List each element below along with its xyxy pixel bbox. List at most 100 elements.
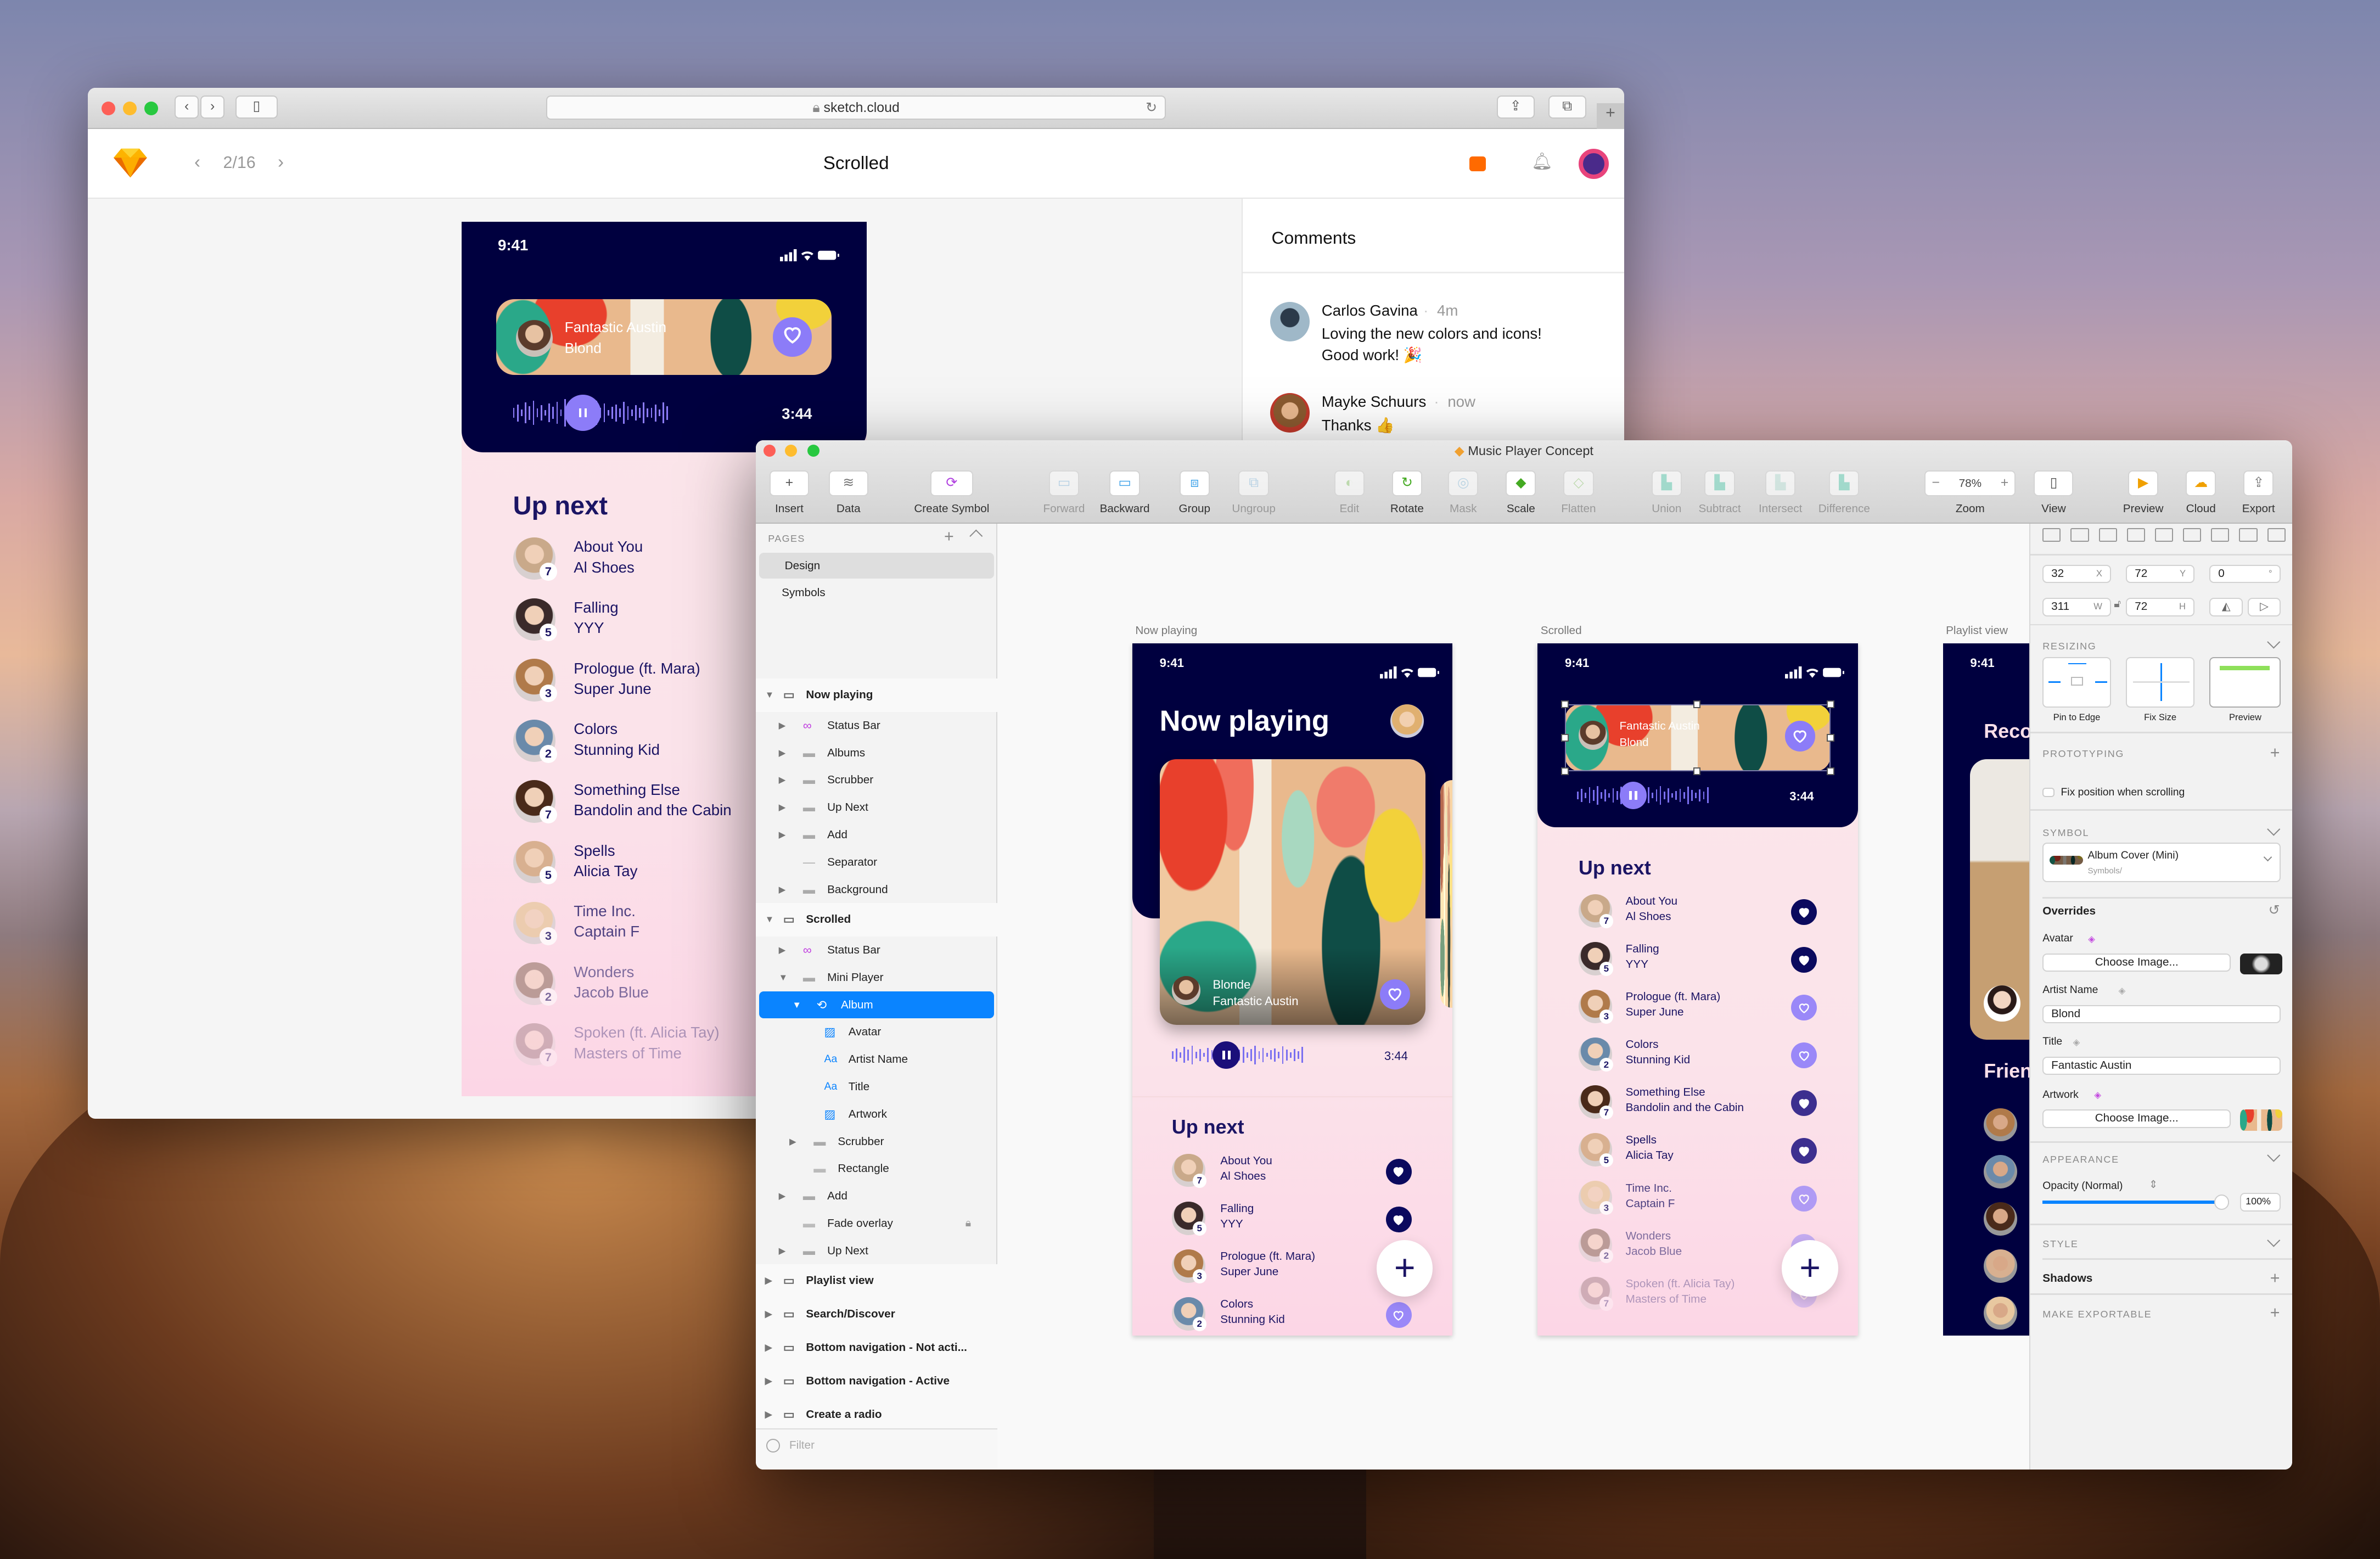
- height-field[interactable]: 72 H: [2126, 598, 2194, 616]
- like-button[interactable]: [772, 317, 812, 357]
- blend-mode-selector[interactable]: Opacity (Normal): [2042, 1180, 2123, 1192]
- reload-icon[interactable]: ↻: [1146, 97, 1157, 119]
- maximize-button[interactable]: [144, 102, 158, 116]
- pin-to-edge-control[interactable]: [2042, 657, 2111, 708]
- toolbar-union-button[interactable]: ▙: [1651, 470, 1682, 497]
- layer-avatar[interactable]: ▨ Avatar: [756, 1018, 997, 1046]
- pause-button[interactable]: [564, 394, 602, 431]
- layer-fade-overlay[interactable]: ▬ Fade overlay 🔒︎: [756, 1210, 997, 1237]
- toolbar-insert-button[interactable]: +: [769, 470, 809, 497]
- track-row[interactable]: 7 About You Al Shoes: [1132, 1153, 1452, 1202]
- track-row[interactable]: 7 About You Al Shoes: [1537, 894, 1857, 942]
- layer-add[interactable]: ▶ ▬ Add: [756, 1182, 997, 1210]
- align-top-icon[interactable]: [2211, 528, 2230, 542]
- align-center-icon[interactable]: [2154, 528, 2174, 542]
- track-row[interactable]: 3 Prologue (ft. Mara) Super June: [1537, 989, 1857, 1038]
- chevron-down-icon[interactable]: [2267, 635, 2281, 649]
- like-button[interactable]: [1791, 1090, 1817, 1117]
- disclosure-closed-icon[interactable]: ▶: [779, 712, 786, 739]
- symbol-selector[interactable]: Album Cover (Mini) Symbols/: [2042, 842, 2281, 882]
- add-export-button[interactable]: +: [2270, 1304, 2280, 1321]
- like-button[interactable]: [1791, 1042, 1817, 1069]
- more-icon[interactable]: [2098, 528, 2117, 542]
- like-button[interactable]: [1791, 1186, 1817, 1212]
- selection-handle[interactable]: [1827, 700, 1834, 708]
- layer-rectangle[interactable]: ▬ Rectangle: [756, 1155, 997, 1182]
- like-button[interactable]: [1385, 1206, 1412, 1232]
- distribute-horizontal-icon[interactable]: [2042, 528, 2061, 542]
- next-album-artwork[interactable]: [1440, 780, 1453, 1008]
- flip-horizontal-button[interactable]: ◭: [2209, 598, 2243, 616]
- artboard-label-playlist-view[interactable]: Playlist view: [1946, 624, 2008, 637]
- layer-playlist-view[interactable]: ▶ ▭ Playlist view: [756, 1264, 997, 1298]
- friend-avatar[interactable]: [1984, 1155, 2018, 1189]
- artist-name-input[interactable]: Blond: [2042, 1005, 2281, 1023]
- layer-create-a-radio[interactable]: ▶ ▭ Create a radio: [756, 1398, 997, 1432]
- toolbar-backward-button[interactable]: ▭: [1109, 470, 1140, 497]
- width-field[interactable]: 311 W: [2042, 598, 2111, 616]
- layer-status-bar[interactable]: ▶ ∞ Status Bar: [756, 712, 997, 739]
- toolbar-intersect-button[interactable]: ▙: [1765, 470, 1796, 497]
- toolbar-flatten-button[interactable]: ◇: [1563, 470, 1594, 497]
- opacity-slider[interactable]: [2042, 1195, 2230, 1210]
- disclosure-closed-icon[interactable]: ▶: [789, 1128, 796, 1156]
- selection-handle[interactable]: [1693, 767, 1701, 775]
- artboard-playlist-view[interactable]: 9:41 Reco Frien: [1943, 643, 2030, 1336]
- page-item-symbols[interactable]: Symbols: [756, 580, 997, 605]
- back-button[interactable]: ‹: [174, 96, 199, 119]
- artboard-label-now-playing[interactable]: Now playing: [1135, 624, 1197, 637]
- disclosure-open-icon[interactable]: ▼: [779, 964, 788, 991]
- layer-add[interactable]: ▶ ▬ Add: [756, 821, 997, 849]
- toolbar-subtract-button[interactable]: ▙: [1704, 470, 1735, 497]
- address-bar[interactable]: 🔒︎ sketch.cloud ↻: [546, 96, 1166, 120]
- layer-up-next[interactable]: ▶ ▬ Up Next: [756, 794, 997, 821]
- layer-scrubber[interactable]: ▶ ▬ Scrubber: [756, 1128, 997, 1156]
- toolbar-preview-button[interactable]: ▶: [2128, 470, 2159, 497]
- add-prototyping-button[interactable]: +: [2270, 744, 2280, 761]
- notifications-bell-icon[interactable]: 🔔︎: [1531, 152, 1553, 171]
- choose-artwork-image-button[interactable]: Choose Image...: [2042, 1109, 2231, 1128]
- toolbar-edit-button[interactable]: ◐: [1334, 470, 1365, 497]
- toolbar-scale-button[interactable]: ◆: [1506, 470, 1536, 497]
- toolbar-view-button[interactable]: ▯: [2034, 470, 2074, 497]
- toolbar-difference-button[interactable]: ▙: [1829, 470, 1860, 497]
- layer-album[interactable]: ▼ ⟲ Album: [759, 991, 995, 1019]
- layer-albums[interactable]: ▶ ▬ Albums: [756, 739, 997, 767]
- toolbar-create-symbol-button[interactable]: ⟳: [930, 470, 973, 497]
- zoom-in-icon[interactable]: +: [2001, 472, 2009, 494]
- opacity-slider-knob[interactable]: [2214, 1195, 2230, 1210]
- disclosure-closed-icon[interactable]: ▶: [779, 739, 786, 767]
- add-page-button[interactable]: +: [944, 527, 954, 546]
- sidebar-toggle-button[interactable]: ▯: [235, 96, 278, 119]
- comment-author[interactable]: Carlos Gavina: [1322, 302, 1418, 319]
- user-avatar[interactable]: [1578, 148, 1609, 180]
- track-row[interactable]: 5 Spells Alicia Tay: [1537, 1133, 1857, 1181]
- zoom-out-icon[interactable]: −: [1932, 472, 1940, 494]
- disclosure-closed-icon[interactable]: ▶: [765, 1298, 772, 1331]
- layer-separator[interactable]: — Separator: [756, 849, 997, 876]
- add-shadow-button[interactable]: +: [2270, 1269, 2280, 1286]
- disclosure-closed-icon[interactable]: ▶: [779, 766, 786, 794]
- share-button[interactable]: ⇪: [1496, 96, 1535, 119]
- tabs-button[interactable]: ⧉: [1548, 96, 1586, 119]
- layer-title[interactable]: Aa Title: [756, 1073, 997, 1101]
- track-row[interactable]: 3 Time Inc. Captain F: [1537, 1181, 1857, 1229]
- align-right-icon[interactable]: [2183, 528, 2202, 542]
- artboard-scrolled[interactable]: 9:41 Fantastic Austin Blond 3:44 Up next…: [1537, 643, 1858, 1336]
- lock-proportions-icon[interactable]: 🔓︎: [2114, 598, 2121, 610]
- selection-handle[interactable]: [1827, 733, 1834, 742]
- like-button[interactable]: [1791, 995, 1817, 1021]
- artboard-now-playing[interactable]: 9:41 Now playing Blonde Fantastic Austin…: [1132, 643, 1453, 1336]
- layer-background[interactable]: ▶ ▬ Background: [756, 876, 997, 904]
- layer-artwork[interactable]: ▨ Artwork: [756, 1101, 997, 1128]
- disclosure-closed-icon[interactable]: ▶: [779, 876, 786, 904]
- toolbar-forward-button[interactable]: ▭: [1048, 470, 1080, 497]
- like-button[interactable]: [1791, 1138, 1817, 1164]
- toolbar-export-button[interactable]: ⇪: [2243, 470, 2274, 497]
- y-position-field[interactable]: 72 Y: [2126, 564, 2194, 583]
- friend-avatar[interactable]: [1984, 1249, 2018, 1283]
- chevron-down-icon[interactable]: [2267, 1148, 2281, 1162]
- toolbar-cloud-button[interactable]: ☁: [2186, 470, 2216, 497]
- chevron-down-icon[interactable]: [2267, 822, 2281, 835]
- add-button[interactable]: +: [1782, 1240, 1838, 1297]
